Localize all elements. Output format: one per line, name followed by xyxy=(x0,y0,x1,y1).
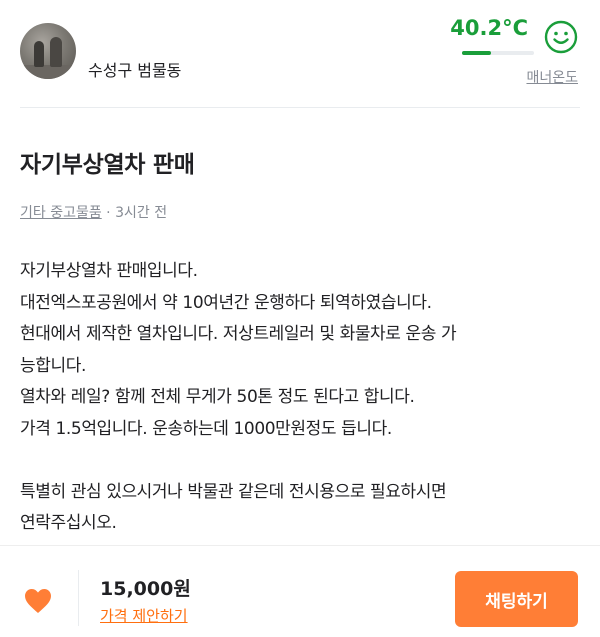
bottom-action-bar: 15,000원 가격 제안하기 채팅하기 xyxy=(0,545,600,637)
seller-profile: 수성구 범물동 40.2°C 매너온도 xyxy=(0,0,600,108)
smile-face-icon xyxy=(544,20,578,54)
seller-location: 수성구 범물동 xyxy=(88,61,182,80)
post-description: 자기부상열차 판매입니다. 대전엑스포공원에서 약 10여년간 운행하다 퇴역하… xyxy=(20,261,457,533)
post-meta: 기타 중고물품 · 3시간 전 xyxy=(20,202,167,222)
price: 15,000원 xyxy=(100,578,191,600)
manner-temperature: 40.2°C xyxy=(450,16,528,40)
meta-separator: · xyxy=(101,205,116,221)
manner-temperature-link[interactable]: 매너온도 xyxy=(526,67,578,87)
price-offer-link[interactable]: 가격 제안하기 xyxy=(100,605,188,626)
manner-temperature-bar-fill xyxy=(462,51,491,55)
divider xyxy=(20,107,580,108)
heart-icon[interactable] xyxy=(24,588,52,614)
vertical-divider xyxy=(78,570,79,626)
post-time: 3시간 전 xyxy=(115,205,168,221)
post-title: 자기부상열차 판매 xyxy=(20,152,195,178)
manner-temperature-bar xyxy=(462,51,534,55)
category-link[interactable]: 기타 중고물품 xyxy=(20,205,102,221)
chat-button[interactable]: 채팅하기 xyxy=(455,571,578,627)
avatar[interactable] xyxy=(20,23,76,79)
